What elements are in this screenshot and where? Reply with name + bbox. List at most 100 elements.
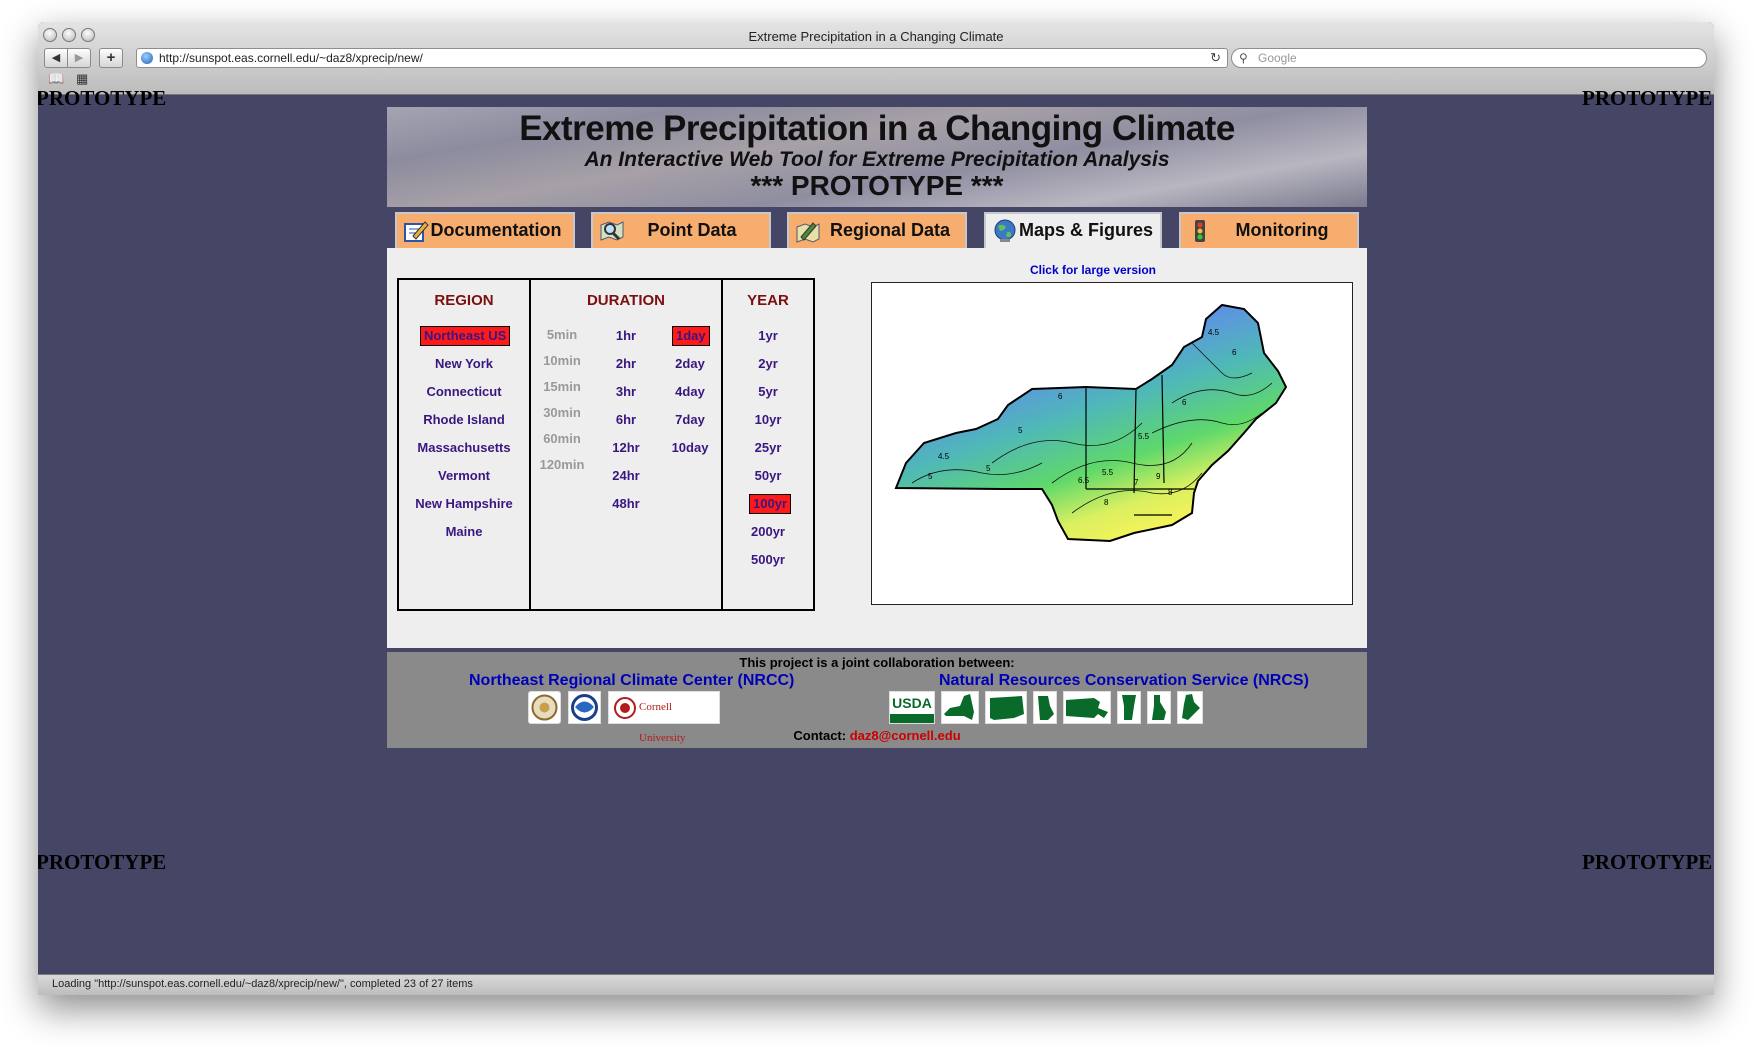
contour-label: 9 bbox=[1156, 472, 1161, 481]
contour-label: 8 bbox=[1104, 498, 1109, 507]
footer: This project is a joint collaboration be… bbox=[387, 648, 1367, 748]
duration-option-120min: 120min bbox=[539, 457, 585, 472]
window-title: Extreme Precipitation in a Changing Clim… bbox=[748, 29, 1004, 44]
contour-label: 5 bbox=[928, 472, 933, 481]
search-field[interactable]: ⚲ Google bbox=[1231, 48, 1707, 68]
large-version-link[interactable]: Click for large version bbox=[965, 263, 1221, 277]
duration-option-7day[interactable]: 7day bbox=[659, 411, 721, 429]
prototype-watermark: PROTOTYPE bbox=[1582, 850, 1713, 874]
region-option-rhode-island[interactable]: Rhode Island bbox=[399, 411, 529, 429]
region-option-new-york[interactable]: New York bbox=[399, 355, 529, 373]
year-option-5yr[interactable]: 5yr bbox=[723, 383, 813, 401]
region-option-vermont[interactable]: Vermont bbox=[399, 467, 529, 485]
add-bookmark-button[interactable]: + bbox=[99, 48, 123, 68]
contour-label: 5.5 bbox=[1138, 432, 1150, 441]
tab-maps-figures[interactable]: Maps & Figures bbox=[984, 212, 1162, 248]
contact-line: Contact: daz8@cornell.edu bbox=[387, 728, 1367, 743]
contour-label: 6 bbox=[1058, 392, 1063, 401]
forward-button[interactable]: ▶ bbox=[67, 48, 91, 68]
top-sites-grid-icon[interactable]: ▦ bbox=[76, 71, 88, 87]
contour-label: 8 bbox=[1168, 488, 1173, 497]
duration-option-12hr[interactable]: 12hr bbox=[595, 439, 657, 457]
contour-label: 5 bbox=[986, 464, 991, 473]
region-option-new-hampshire[interactable]: New Hampshire bbox=[399, 495, 529, 513]
rhode-island-state-icon[interactable] bbox=[1033, 691, 1057, 724]
duration-option-3hr[interactable]: 3hr bbox=[595, 383, 657, 401]
tab-label: Regional Data bbox=[829, 220, 951, 240]
duration-option-48hr[interactable]: 48hr bbox=[595, 495, 657, 513]
duration-option-10min: 10min bbox=[543, 353, 581, 368]
noaa-logo[interactable] bbox=[568, 691, 601, 724]
contour-label: 4.5 bbox=[938, 452, 950, 461]
duration-option-10day[interactable]: 10day bbox=[659, 439, 721, 457]
vermont-state-icon[interactable] bbox=[1117, 691, 1141, 724]
new-hampshire-state-icon[interactable] bbox=[1147, 691, 1171, 724]
contour-label: 6 bbox=[1182, 398, 1187, 407]
reload-icon[interactable]: ↻ bbox=[1210, 49, 1221, 67]
tab-monitoring[interactable]: Monitoring bbox=[1179, 212, 1359, 248]
region-option-massachusetts[interactable]: Massachusetts bbox=[399, 439, 529, 457]
duration-option-4day[interactable]: 4day bbox=[659, 383, 721, 401]
region-option-maine[interactable]: Maine bbox=[399, 523, 529, 541]
contour-label: 4.5 bbox=[1208, 328, 1220, 337]
cornell-logo[interactable]: Cornell University bbox=[608, 691, 720, 744]
status-bar: Loading "http://sunspot.eas.cornell.edu/… bbox=[38, 974, 1714, 995]
tab-label: Documentation bbox=[430, 220, 562, 240]
year-option-1yr[interactable]: 1yr bbox=[723, 327, 813, 345]
year-option-200yr[interactable]: 200yr bbox=[723, 523, 813, 541]
contour-label: 5.5 bbox=[1102, 468, 1114, 477]
maine-state-icon[interactable] bbox=[1177, 691, 1203, 724]
region-option-connecticut[interactable]: Connecticut bbox=[399, 383, 529, 401]
contact-email-link[interactable]: daz8@cornell.edu bbox=[850, 728, 961, 743]
year-option-500yr[interactable]: 500yr bbox=[723, 551, 813, 569]
year-option-50yr[interactable]: 50yr bbox=[723, 467, 813, 485]
prototype-label: *** PROTOTYPE *** bbox=[750, 170, 1004, 201]
nrcc-link[interactable]: Northeast Regional Climate Center (NRCC) bbox=[469, 672, 794, 690]
contour-label: 5 bbox=[1018, 426, 1023, 435]
usda-logo-text: USDA bbox=[892, 695, 932, 711]
ncdc-logo[interactable] bbox=[528, 691, 561, 724]
massachusetts-state-icon[interactable] bbox=[1063, 691, 1111, 724]
year-option-2yr[interactable]: 2yr bbox=[723, 355, 813, 373]
contour-label: 6 bbox=[1232, 348, 1237, 357]
northeast-region-shape bbox=[894, 303, 1288, 543]
tab-label: Point Data bbox=[647, 220, 737, 240]
duration-option-15min: 15min bbox=[543, 379, 581, 394]
duration-option-5min: 5min bbox=[546, 327, 578, 342]
duration-option-6hr[interactable]: 6hr bbox=[595, 411, 657, 429]
header-banner: Extreme Precipitation in a Changing Clim… bbox=[387, 107, 1367, 207]
nrcs-link[interactable]: Natural Resources Conservation Service (… bbox=[939, 672, 1309, 690]
tab-point-data[interactable]: Point Data bbox=[591, 212, 771, 248]
browser-window: Extreme Precipitation in a Changing Clim… bbox=[38, 22, 1714, 995]
region-option-northeast-us[interactable]: Northeast US bbox=[419, 326, 511, 346]
duration-option-1day[interactable]: 1day bbox=[672, 326, 710, 346]
connecticut-state-icon[interactable] bbox=[985, 691, 1027, 724]
duration-header: DURATION bbox=[586, 292, 666, 309]
usda-logo[interactable]: USDA bbox=[889, 691, 935, 724]
bookmarks-book-icon[interactable]: 📖 bbox=[48, 71, 64, 87]
address-bar[interactable]: http://sunspot.eas.cornell.edu/~daz8/xpr… bbox=[136, 48, 1228, 68]
contour-label: 6.5 bbox=[1078, 476, 1090, 485]
contour-label: 7 bbox=[1134, 478, 1139, 487]
tab-documentation[interactable]: Documentation bbox=[395, 212, 575, 248]
prototype-watermark: PROTOTYPE bbox=[38, 86, 167, 110]
new-york-state-icon[interactable] bbox=[941, 691, 979, 724]
northeast-contour-map: 4.5 5 5.5 6 6.5 7 8 9 6 5 4.5 5 5.5 6 8 bbox=[894, 303, 1288, 543]
duration-option-2day[interactable]: 2day bbox=[659, 355, 721, 373]
duration-option-2hr[interactable]: 2hr bbox=[595, 355, 657, 373]
precipitation-map[interactable]: 4.5 5 5.5 6 6.5 7 8 9 6 5 4.5 5 5.5 6 8 bbox=[871, 282, 1353, 605]
prototype-watermark: PROTOTYPE bbox=[38, 850, 167, 874]
duration-option-30min: 30min bbox=[543, 405, 581, 420]
duration-option-24hr[interactable]: 24hr bbox=[595, 467, 657, 485]
year-option-100yr[interactable]: 100yr bbox=[749, 494, 791, 514]
duration-option-1hr[interactable]: 1hr bbox=[595, 327, 657, 345]
back-button[interactable]: ◀ bbox=[44, 48, 68, 68]
address-bar-url: http://sunspot.eas.cornell.edu/~daz8/xpr… bbox=[159, 51, 423, 65]
collaboration-heading: This project is a joint collaboration be… bbox=[739, 655, 1015, 670]
site-subtitle: An Interactive Web Tool for Extreme Prec… bbox=[584, 148, 1170, 171]
tab-regional-data[interactable]: Regional Data bbox=[787, 212, 967, 248]
site-title: Extreme Precipitation in a Changing Clim… bbox=[519, 109, 1235, 148]
year-option-10yr[interactable]: 10yr bbox=[723, 411, 813, 429]
year-option-25yr[interactable]: 25yr bbox=[723, 439, 813, 457]
selection-table: REGION DURATION YEAR Northeast US New Yo… bbox=[397, 278, 815, 611]
